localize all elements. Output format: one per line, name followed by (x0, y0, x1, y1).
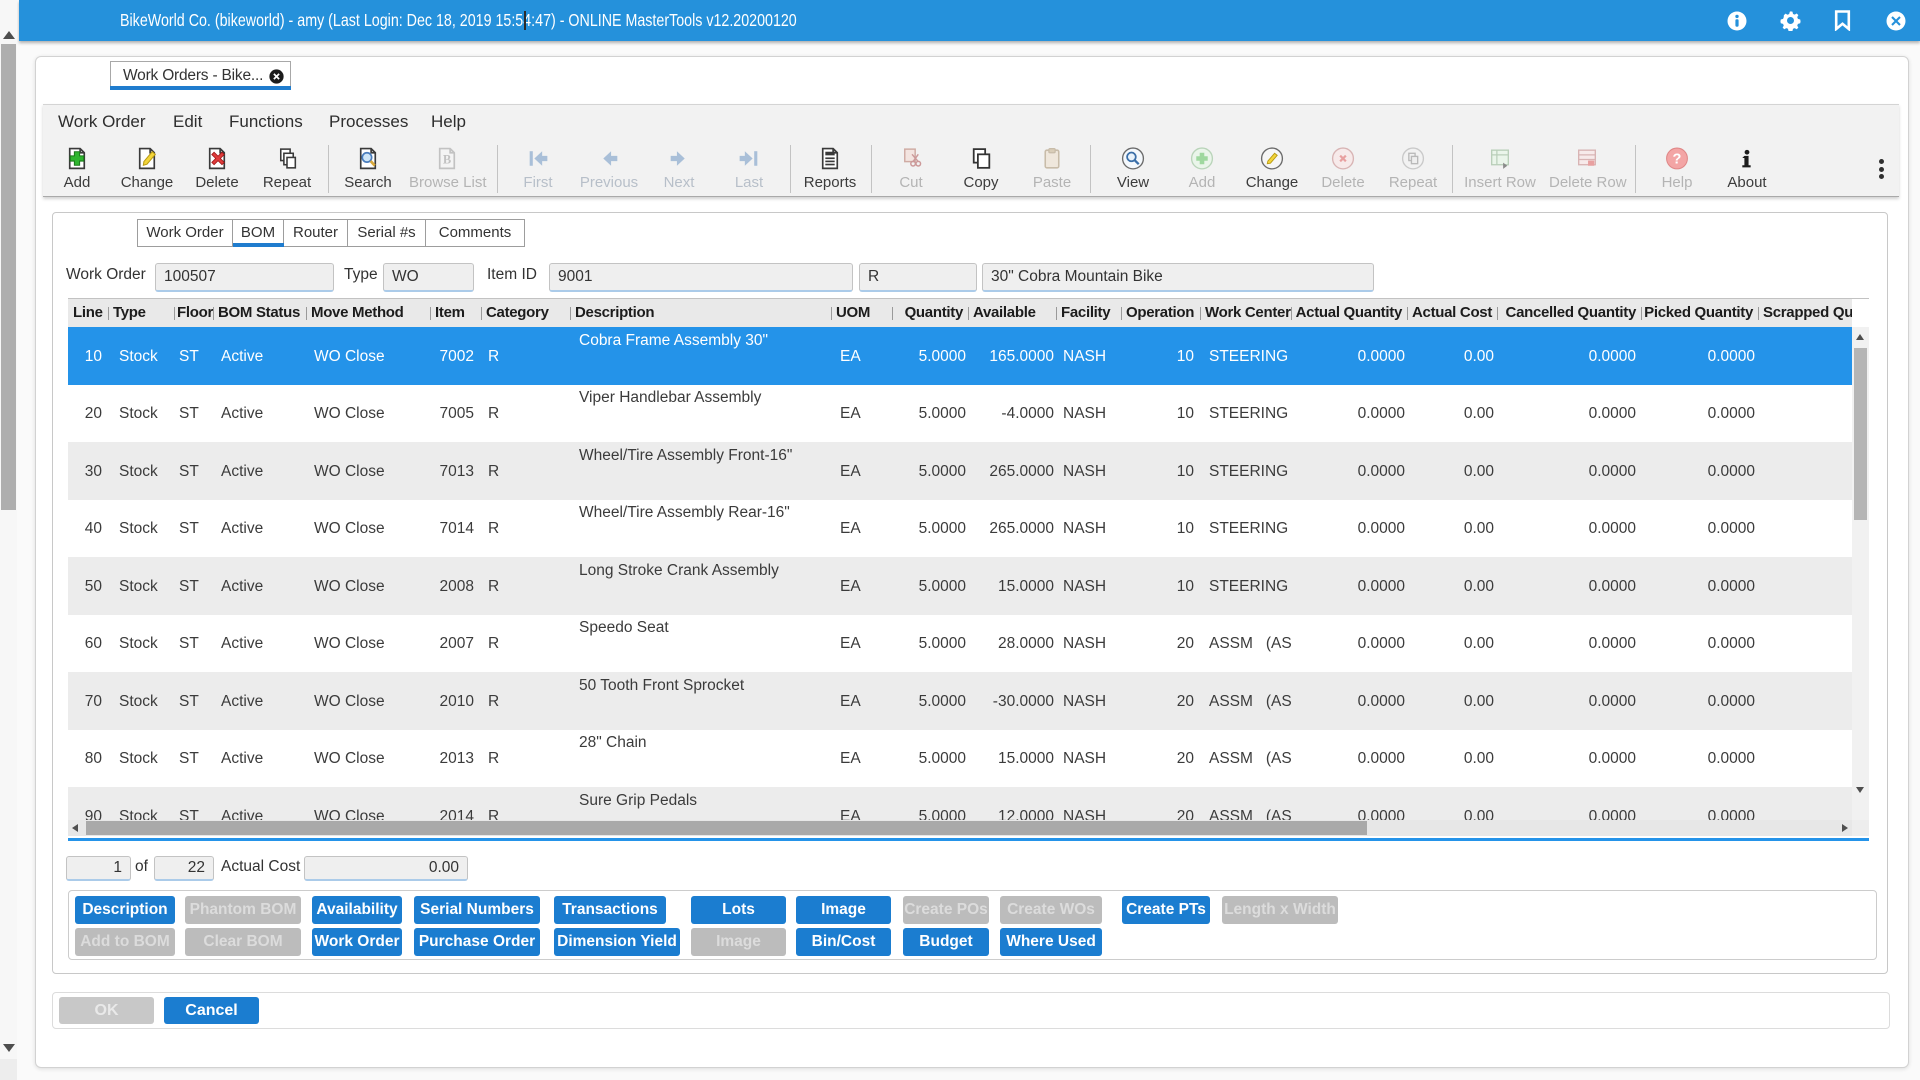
svg-text:?: ? (1673, 152, 1682, 168)
svg-text:B: B (443, 153, 451, 167)
